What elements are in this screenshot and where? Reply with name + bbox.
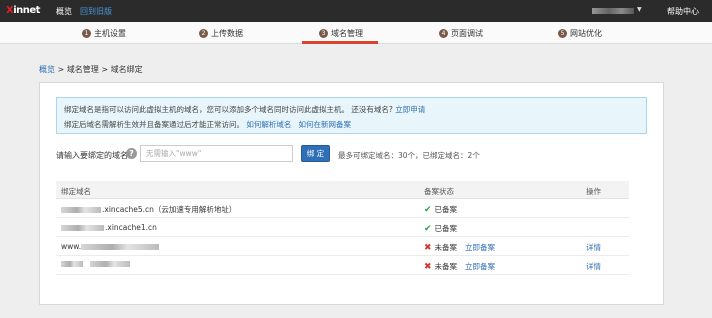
status-cell: ✖ 未备案 立即备案	[424, 261, 495, 272]
status-cell: ✔ 已备案	[424, 204, 457, 215]
bind-domain-form: 请输入要绑定的域名: ? 绑 定 最多可绑定域名：30个，已绑定域名：2个	[56, 145, 647, 163]
breadcrumb-domain-management: 域名管理	[66, 65, 99, 74]
info-line-1: 绑定域名是指可以访问此虚拟主机的域名，您可以添加多个域名同时访问此虚拟主机。 还…	[64, 104, 425, 115]
column-header-domain: 绑定域名	[61, 187, 91, 196]
question-icon[interactable]: ?	[126, 148, 137, 159]
column-header-action: 操作	[586, 187, 601, 196]
redacted-text	[61, 206, 101, 213]
checkmark-icon: ✔	[424, 223, 432, 234]
bind-domain-label: 请输入要绑定的域名:	[56, 151, 131, 160]
user-account-menu[interactable]	[592, 8, 634, 14]
details-link[interactable]: 详情	[586, 242, 601, 253]
status-text: 已备案	[434, 205, 458, 214]
domain-cell: .xincache1.cn	[61, 223, 157, 232]
action-cell: 详情	[586, 242, 601, 253]
step-domain-management[interactable]: 3 域名管理	[319, 28, 363, 39]
breadcrumb-current: 域名绑定	[110, 65, 143, 74]
breadcrumb-separator: >	[98, 65, 111, 74]
redacted-text	[90, 261, 130, 267]
logo-text: innet	[13, 5, 40, 16]
active-step-indicator	[302, 41, 378, 44]
step-number-icon: 1	[82, 29, 91, 38]
status-text: 已备案	[434, 224, 458, 233]
step-number-icon: 3	[319, 29, 328, 38]
step-label: 上传数据	[211, 29, 243, 38]
step-label: 域名管理	[331, 29, 363, 38]
action-cell: 详情	[586, 261, 601, 272]
step-number-icon: 5	[558, 29, 567, 38]
redacted-text	[81, 243, 160, 250]
status-text: 未备案	[434, 243, 458, 252]
domain-cell	[61, 261, 131, 267]
info-text: 绑定域名是指可以访问此虚拟主机的域名，您可以添加多个域名同时访问此虚拟主机。 还…	[64, 105, 393, 114]
table-header: 绑定域名 备案状态 操作	[56, 181, 629, 199]
domain-cell: www.	[61, 242, 160, 251]
step-label: 网站优化	[570, 29, 602, 38]
domain-text: .xincache1.cn	[105, 223, 157, 232]
step-site-optimization[interactable]: 5 网站优化	[558, 28, 602, 39]
status-cell: ✖ 未备案 立即备案	[424, 242, 495, 253]
domain-input[interactable]	[140, 145, 293, 162]
domain-binding-panel: 绑定域名是指可以访问此虚拟主机的域名，您可以添加多个域名同时访问此虚拟主机。 还…	[39, 82, 664, 305]
redacted-text	[61, 224, 104, 231]
status-cell: ✔ 已备案	[424, 223, 457, 234]
step-label: 页面调试	[451, 29, 483, 38]
bind-button[interactable]: 绑 定	[301, 145, 330, 162]
checkmark-icon: ✔	[424, 204, 432, 215]
nav-back-to-old-link[interactable]: 回到旧版	[80, 6, 112, 17]
redacted-text	[61, 261, 83, 267]
domain-text: www.	[61, 242, 82, 251]
caret-down-icon[interactable]: ▼	[637, 6, 642, 13]
breadcrumb-separator: >	[55, 65, 67, 74]
register-now-link[interactable]: 立即备案	[465, 261, 495, 272]
info-line-2: 绑定后域名需解析生效并且备案通过后才能正常访问。 如何解析域名 如何在新网备案	[64, 119, 351, 130]
column-header-status: 备案状态	[424, 187, 454, 196]
table-row: .xincache1.cn ✔ 已备案	[56, 218, 629, 237]
step-number-icon: 4	[439, 29, 448, 38]
help-center-link[interactable]: 帮助中心	[667, 6, 699, 17]
details-link[interactable]: 详情	[586, 261, 601, 272]
breadcrumb: 概览 > 域名管理 > 域名绑定	[39, 64, 143, 75]
bound-domains-table: 绑定域名 备案状态 操作 .xincache5.cn（云加速专用解析地址） ✔ 已…	[56, 181, 629, 275]
cross-icon: ✖	[424, 242, 432, 253]
xinnet-logo[interactable]: Xinnet	[6, 5, 40, 16]
breadcrumb-overview-link[interactable]: 概览	[39, 65, 55, 74]
step-label: 主机设置	[94, 29, 126, 38]
step-host-settings[interactable]: 1 主机设置	[82, 28, 126, 39]
domain-text: .xincache5.cn（云加速专用解析地址）	[102, 205, 237, 214]
step-number-icon: 2	[199, 29, 208, 38]
step-page-debug[interactable]: 4 页面调试	[439, 28, 483, 39]
how-to-register-link[interactable]: 如何在新网备案	[299, 120, 352, 129]
table-row: .xincache5.cn（云加速专用解析地址） ✔ 已备案	[56, 199, 629, 218]
status-text: 未备案	[434, 262, 458, 271]
nav-overview-link[interactable]: 概览	[56, 6, 72, 17]
info-notice-box: 绑定域名是指可以访问此虚拟主机的域名，您可以添加多个域名同时访问此虚拟主机。 还…	[56, 97, 647, 134]
register-now-link[interactable]: 立即备案	[465, 242, 495, 253]
step-upload-data[interactable]: 2 上传数据	[199, 28, 243, 39]
table-row: ✖ 未备案 立即备案 详情	[56, 256, 629, 275]
table-row: www. ✖ 未备案 立即备案 详情	[56, 237, 629, 256]
apply-now-link[interactable]: 立即申请	[395, 105, 425, 114]
cross-icon: ✖	[424, 261, 432, 272]
domain-quota-text: 最多可绑定域名：30个，已绑定域名：2个	[338, 151, 480, 160]
how-to-resolve-domain-link[interactable]: 如何解析域名	[246, 120, 291, 129]
info-text: 绑定后域名需解析生效并且备案通过后才能正常访问。	[64, 120, 244, 129]
top-navbar: Xinnet 概览 回到旧版 ▼ 帮助中心	[0, 0, 712, 22]
domain-cell: .xincache5.cn（云加速专用解析地址）	[61, 204, 236, 215]
